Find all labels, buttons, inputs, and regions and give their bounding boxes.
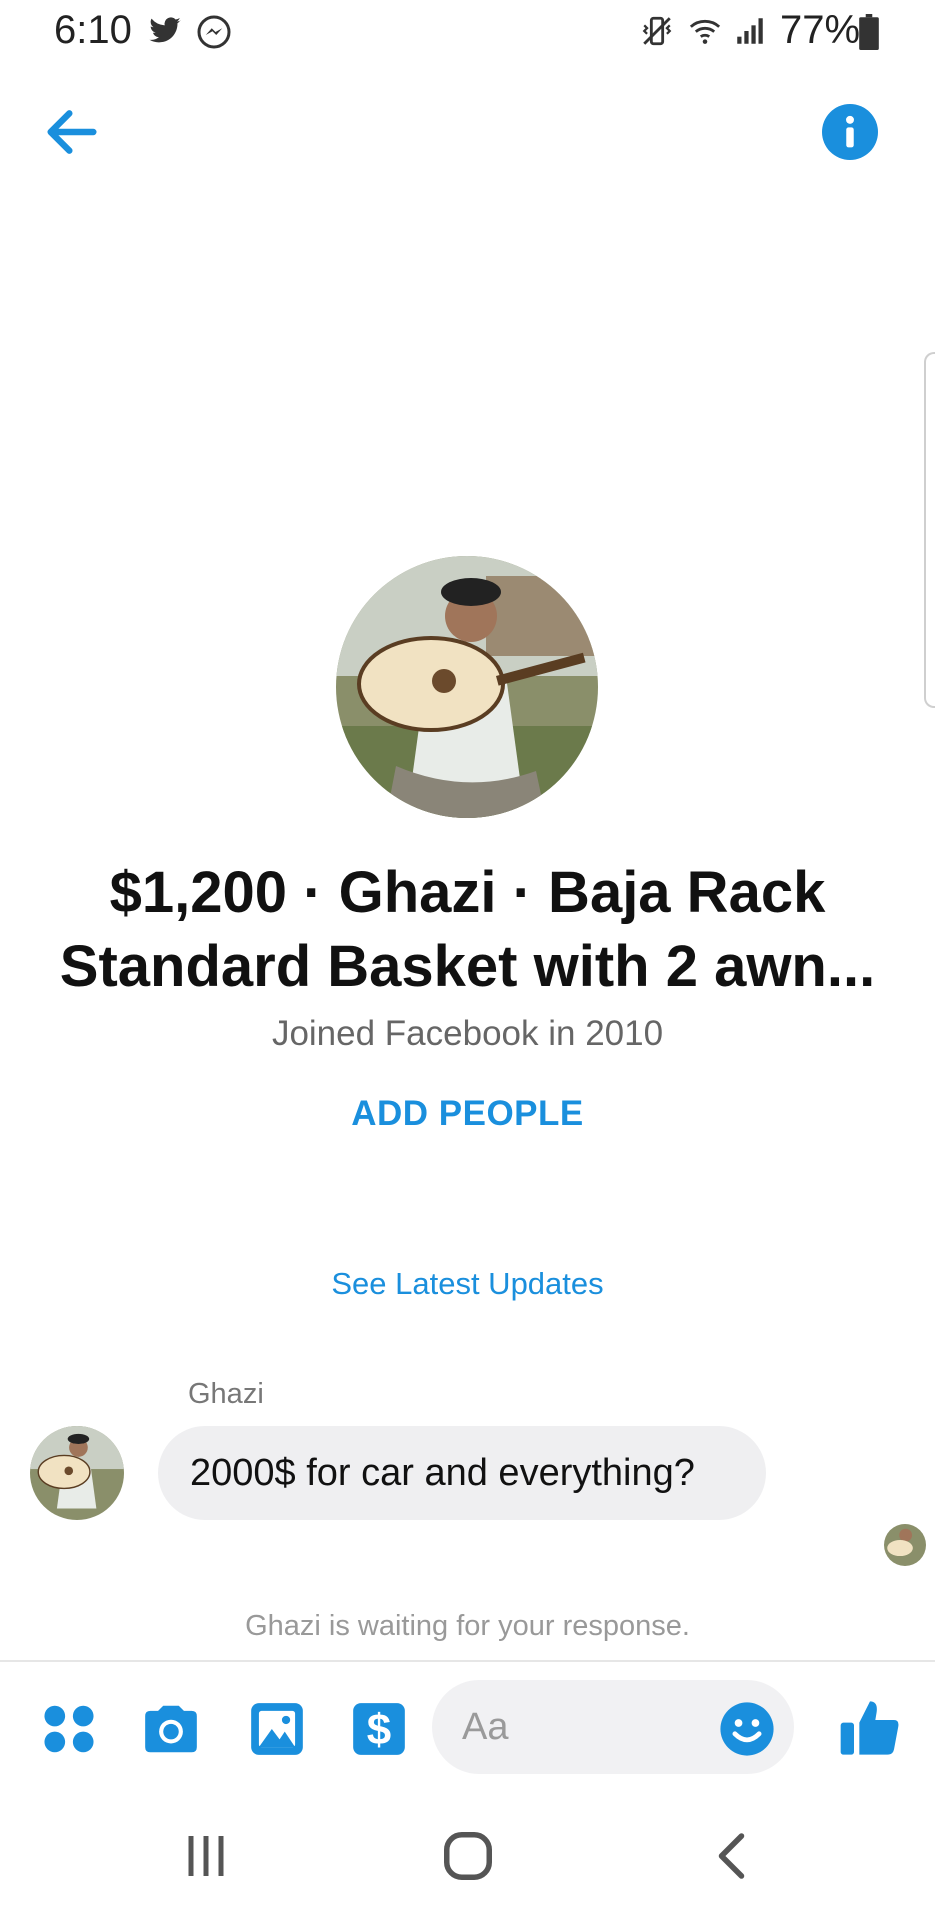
vibrate-icon <box>642 16 672 46</box>
svg-text:$: $ <box>367 1706 391 1755</box>
seen-indicator-avatar <box>884 1524 926 1566</box>
avatar-photo-tiny <box>884 1524 926 1566</box>
battery-percent: 77% <box>780 8 861 52</box>
message-input-placeholder: Aa <box>462 1706 509 1748</box>
battery-icon <box>859 14 879 50</box>
profile-avatar[interactable] <box>336 556 598 818</box>
see-latest-updates-link[interactable]: See Latest Updates <box>0 1266 935 1302</box>
wifi-icon <box>689 19 721 44</box>
waiting-notice: Ghazi is waiting for your response. <box>245 1610 690 1642</box>
back-arrow-icon[interactable] <box>40 100 104 164</box>
dollar-icon[interactable]: $ <box>348 1698 410 1760</box>
menu-dots-icon[interactable] <box>38 1698 100 1760</box>
camera-icon[interactable] <box>140 1698 202 1760</box>
composer-divider <box>0 1660 935 1662</box>
info-icon[interactable] <box>822 104 878 160</box>
recent-apps-icon[interactable] <box>176 1826 236 1886</box>
smiley-icon[interactable] <box>718 1700 776 1758</box>
image-icon[interactable] <box>246 1698 308 1760</box>
home-icon[interactable] <box>438 1826 498 1886</box>
signal-icon <box>737 18 763 44</box>
back-chevron-icon[interactable] <box>704 1826 764 1886</box>
avatar-photo <box>336 556 598 818</box>
add-people-button[interactable]: ADD PEOPLE <box>0 1094 935 1134</box>
sender-avatar[interactable] <box>30 1426 124 1520</box>
status-time: 6:10 <box>54 8 132 52</box>
avatar-photo-small <box>30 1426 124 1520</box>
message-bubble[interactable]: 2000$ for car and everything? <box>158 1426 766 1520</box>
twitter-icon <box>149 17 181 43</box>
conversation-title: $1,200 · Ghazi · Baja Rack Standard Bask… <box>59 860 876 999</box>
messenger-icon <box>197 15 231 49</box>
thumbs-up-icon[interactable] <box>838 1696 902 1760</box>
scroll-indicator <box>924 352 935 708</box>
sender-name: Ghazi <box>188 1378 264 1410</box>
joined-info: Joined Facebook in 2010 <box>271 1014 664 1053</box>
